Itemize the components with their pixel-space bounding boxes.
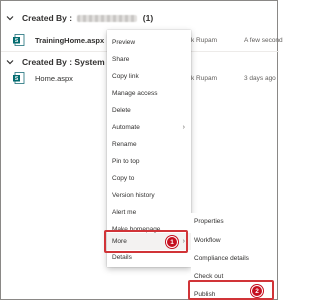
- submenu-item-properties[interactable]: Properties: [191, 213, 273, 230]
- file-name[interactable]: Home.aspx: [35, 74, 73, 83]
- group-title: Created By : (1): [22, 13, 154, 23]
- menu-item-automate[interactable]: Automate ›: [107, 119, 191, 136]
- group-header-created-by-user[interactable]: Created By : (1): [1, 7, 279, 29]
- menu-item-copy-link[interactable]: Copy link: [107, 68, 191, 85]
- menu-item-delete[interactable]: Delete: [107, 102, 191, 119]
- menu-item-manage-access[interactable]: Manage access: [107, 85, 191, 102]
- menu-item-pin-to-top[interactable]: Pin to top: [107, 153, 191, 170]
- chevron-down-icon[interactable]: [6, 14, 14, 22]
- sharepoint-page-icon: S: [13, 34, 25, 46]
- menu-item-version-history[interactable]: Version history: [107, 187, 191, 204]
- modified-by: k Rupam: [191, 36, 218, 44]
- redacted-name: [77, 15, 138, 23]
- modified-date: A few second: [244, 36, 283, 44]
- chevron-down-icon[interactable]: [6, 58, 14, 66]
- callout-badge-2: 2: [251, 285, 263, 297]
- file-name[interactable]: TrainingHome.aspx: [35, 36, 104, 45]
- chevron-right-icon: ›: [182, 124, 185, 131]
- menu-item-preview[interactable]: Preview: [107, 34, 191, 51]
- submenu-item-compliance-details[interactable]: Compliance details: [191, 250, 273, 267]
- menu-item-rename[interactable]: Rename: [107, 136, 191, 153]
- menu-item-copy-to[interactable]: Copy to: [107, 170, 191, 187]
- modified-date: 3 days ago: [244, 74, 276, 82]
- menu-item-alert-me[interactable]: Alert me: [107, 204, 191, 221]
- modified-by: k Rupam: [191, 74, 218, 82]
- menu-item-share[interactable]: Share: [107, 51, 191, 68]
- submenu-item-workflow[interactable]: Workflow: [191, 232, 273, 249]
- sharepoint-page-icon: S: [13, 72, 25, 84]
- callout-badge-1: 1: [166, 236, 178, 248]
